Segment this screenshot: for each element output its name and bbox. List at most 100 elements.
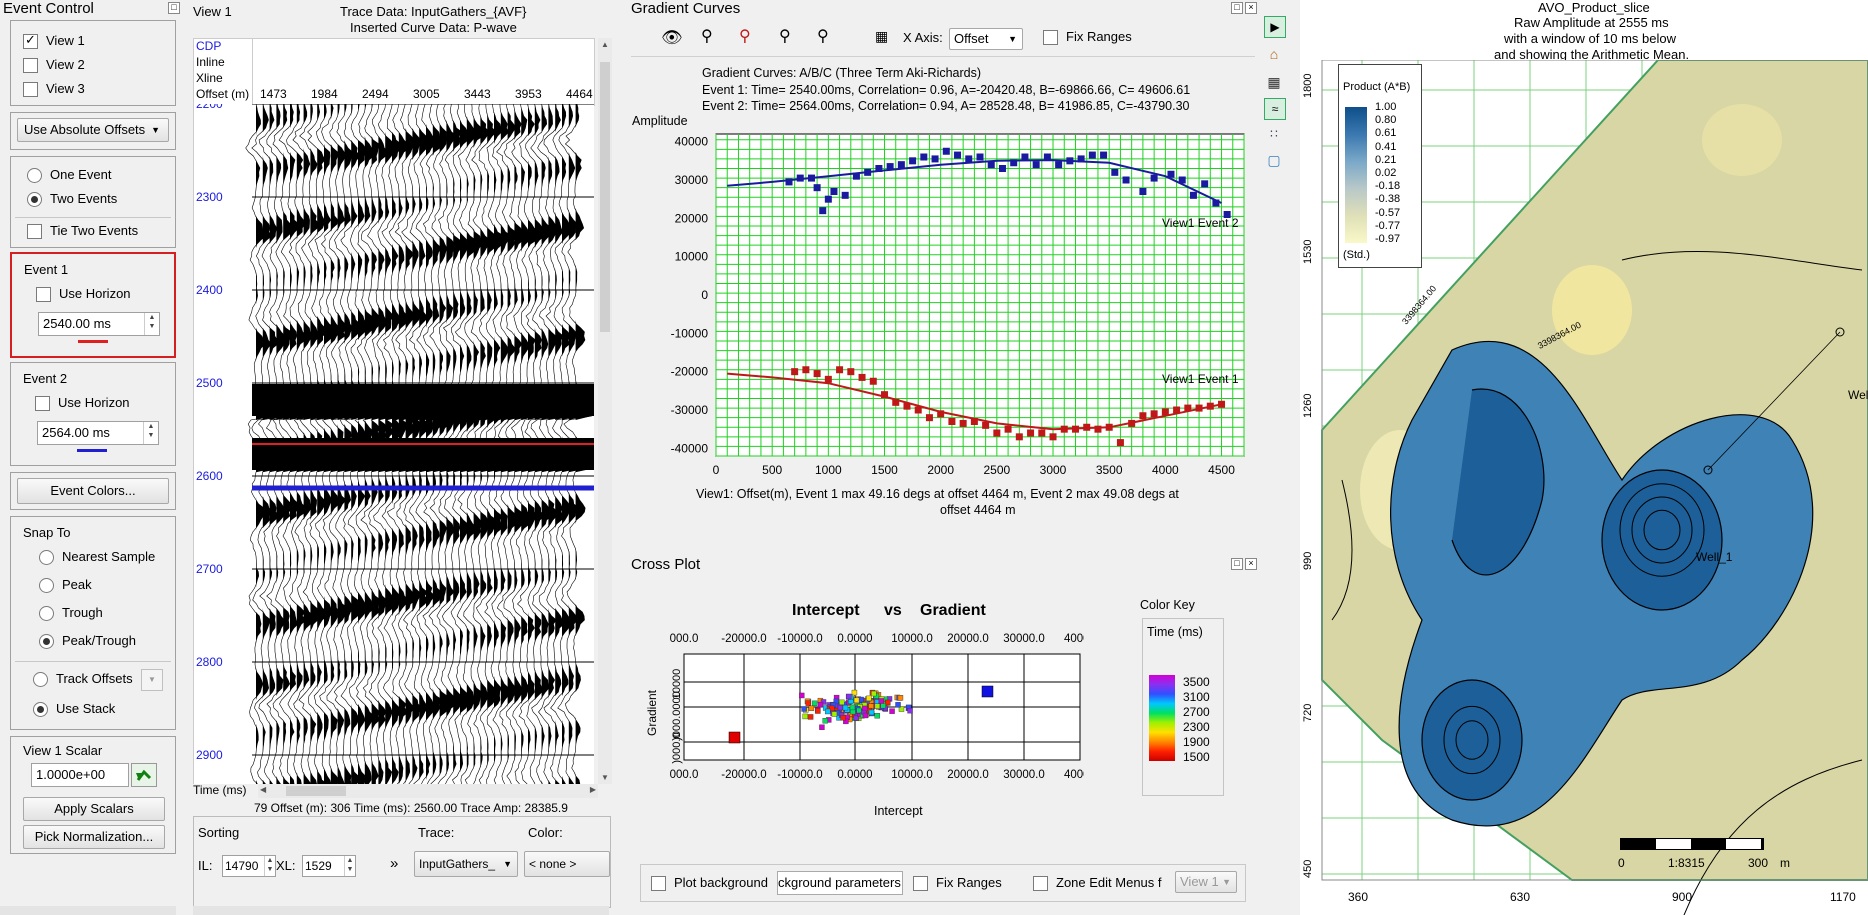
- gradient-curves-title: Gradient Curves: [631, 0, 741, 17]
- snap-nearest-radio[interactable]: Nearest Samplе: [39, 549, 167, 566]
- track-offsets-radio[interactable]: Track Offsets: [33, 671, 133, 688]
- data-point: [819, 207, 827, 215]
- use-stack-radio[interactable]: Use Stack: [33, 701, 115, 718]
- view1-title-line2: Inserted Curve Data: P-wave: [350, 20, 517, 35]
- zoom-out-icon[interactable]: ⚲: [817, 26, 829, 46]
- views-group: View 1 View 2 View 3: [10, 20, 176, 106]
- view-select-dropdown[interactable]: View 1 ▼: [1175, 871, 1237, 893]
- offset-tick-label: 4464: [566, 87, 593, 101]
- data-point: [858, 373, 866, 381]
- zoom-reset-icon[interactable]: ⚲: [739, 26, 751, 46]
- offset-tick-label: 1984: [311, 87, 338, 101]
- snap-peak-trough-radio[interactable]: Peak/Trough: [39, 633, 136, 650]
- fix-ranges-checkbox[interactable]: Fix Ranges: [1043, 29, 1132, 46]
- seismic-display[interactable]: 2200 2300 2400 2500 2600 2700 2800 2900: [193, 97, 594, 785]
- close-panel-icon[interactable]: ×: [1245, 2, 1257, 14]
- plot-background-checkbox[interactable]: Plot background: [651, 875, 768, 892]
- sorting-label: Sorting: [198, 825, 240, 840]
- view1-hscroll[interactable]: ◀ ▶: [258, 784, 598, 798]
- spin-arrows-icon[interactable]: ▲ ▼: [264, 856, 275, 876]
- next-button[interactable]: »: [390, 855, 398, 872]
- view1-tab[interactable]: View 1: [193, 4, 232, 19]
- trace-dropdown[interactable]: InputGathers_ ▼: [414, 851, 518, 877]
- map-core-zone: [1421, 679, 1523, 801]
- crossplot-icon[interactable]: ∷: [1264, 124, 1284, 144]
- background-params-input[interactable]: ckground parameters: [777, 871, 903, 895]
- left-scrollbar[interactable]: [0, 906, 176, 915]
- data-point: [1195, 404, 1203, 412]
- view3-checkbox[interactable]: View 3: [23, 81, 85, 98]
- xl-label: XL:: [276, 858, 296, 873]
- event2-time-input[interactable]: 2564.00 ms ▲ ▼: [37, 421, 159, 445]
- event1-time-input[interactable]: 2540.00 ms ▲ ▼: [38, 312, 160, 336]
- one-event-radio[interactable]: One Event: [27, 167, 111, 184]
- view1-checkbox[interactable]: View 1: [23, 32, 85, 50]
- float-panel-icon[interactable]: □: [1231, 2, 1243, 14]
- track-offsets-dropdown[interactable]: ▼: [141, 669, 163, 691]
- map-y-450: 450: [1302, 859, 1314, 878]
- event-colors-button[interactable]: Event Colors...: [17, 478, 169, 504]
- zoom-icon[interactable]: ⚲: [701, 26, 713, 46]
- crossplot-chart[interactable]: 000.0 000.0 -20000.0 -20000.0 -10000.0 -10000…: [644, 632, 1084, 802]
- two-events-radio[interactable]: Two Events: [27, 191, 117, 208]
- scalar-input[interactable]: 1.0000e+00: [31, 763, 129, 787]
- data-point: [987, 161, 995, 169]
- offset-tick-label: 1473: [260, 87, 287, 101]
- y-tick-label: -30000: [671, 403, 709, 417]
- color-dropdown[interactable]: < none >: [524, 851, 610, 877]
- data-point: [1077, 155, 1085, 163]
- seismic-traces[interactable]: 2200 2300 2400 2500 2600 2700 2800 2900: [194, 97, 594, 785]
- il-label: IL:: [198, 858, 213, 873]
- select-region-icon[interactable]: ▦: [875, 28, 888, 45]
- trace-label: Trace:: [418, 825, 455, 840]
- float-panel-icon[interactable]: □: [168, 2, 180, 14]
- chart-icon[interactable]: ≈: [1264, 98, 1286, 120]
- data-point: [1066, 157, 1074, 165]
- xl-input[interactable]: 1529 ▲ ▼: [302, 855, 356, 877]
- crossplot-x-tick-top: 10000.0: [891, 633, 933, 645]
- float-panel-icon[interactable]: □: [1231, 558, 1243, 570]
- tie-two-events-checkbox[interactable]: Tie Two Events: [27, 223, 138, 240]
- map-high-zone: [1552, 265, 1632, 355]
- map-y-1530: 1530: [1302, 239, 1314, 264]
- crossplot-point: [866, 695, 872, 702]
- x-axis-dropdown[interactable]: Offset ▼: [949, 28, 1023, 50]
- spin-arrows-icon[interactable]: ▲ ▼: [344, 856, 355, 876]
- view1-bottom-scroll[interactable]: [193, 906, 609, 915]
- data-point: [785, 178, 793, 186]
- data-point: [1032, 161, 1040, 169]
- event1-use-horizon[interactable]: Use Horizon: [36, 286, 131, 303]
- offsets-dropdown[interactable]: Use Absolute Offsets ▼: [17, 118, 169, 142]
- zoom-in-icon[interactable]: ⚲: [779, 26, 791, 46]
- eye-icon[interactable]: 👁: [661, 28, 683, 48]
- crossplot-point: [839, 699, 845, 706]
- snap-trough-radio[interactable]: Trough: [39, 605, 103, 622]
- close-panel-icon[interactable]: ×: [1245, 558, 1257, 570]
- data-point: [1150, 410, 1158, 418]
- snap-peak-radio[interactable]: Peak: [39, 577, 92, 594]
- crossplot-x-tick-bottom: 0.0000: [837, 769, 872, 781]
- event2-use-horizon[interactable]: Use Horizon: [35, 395, 130, 412]
- home-icon[interactable]: ⌂: [1264, 44, 1284, 64]
- view1-vscroll[interactable]: ▲ ▼: [598, 38, 612, 784]
- table-icon[interactable]: ▦: [1264, 72, 1284, 92]
- data-point: [1027, 429, 1035, 437]
- crossplot-title-gradient: Gradient: [920, 602, 986, 619]
- cube-icon[interactable]: ▢: [1264, 150, 1284, 170]
- crossplot-fix-ranges-checkbox[interactable]: Fix Ranges: [913, 875, 1002, 892]
- spin-arrows-icon[interactable]: ▲ ▼: [143, 422, 158, 444]
- apply-scalars-button[interactable]: Apply Scalars: [23, 797, 165, 821]
- crossplot-point: [817, 701, 824, 708]
- il-input[interactable]: 14790 ▲ ▼: [222, 855, 276, 877]
- color-key-2700: 2700: [1183, 705, 1210, 719]
- apply-arrow-icon[interactable]: [131, 763, 157, 787]
- toolbar-forward-icon[interactable]: ▶: [1264, 16, 1286, 38]
- pick-normalization-button[interactable]: Pick Normalization...: [23, 825, 165, 849]
- data-point: [791, 368, 799, 376]
- spin-arrows-icon[interactable]: ▲ ▼: [144, 313, 159, 335]
- gradient-chart[interactable]: 400003000020000100000-10000-20000-30000-…: [628, 124, 1252, 484]
- time-tick-label: 2800: [196, 655, 223, 669]
- view2-checkbox[interactable]: View 2: [23, 57, 85, 74]
- event2-marker: [981, 685, 994, 698]
- zone-edit-checkbox[interactable]: Zone Edit Menus f: [1033, 875, 1162, 892]
